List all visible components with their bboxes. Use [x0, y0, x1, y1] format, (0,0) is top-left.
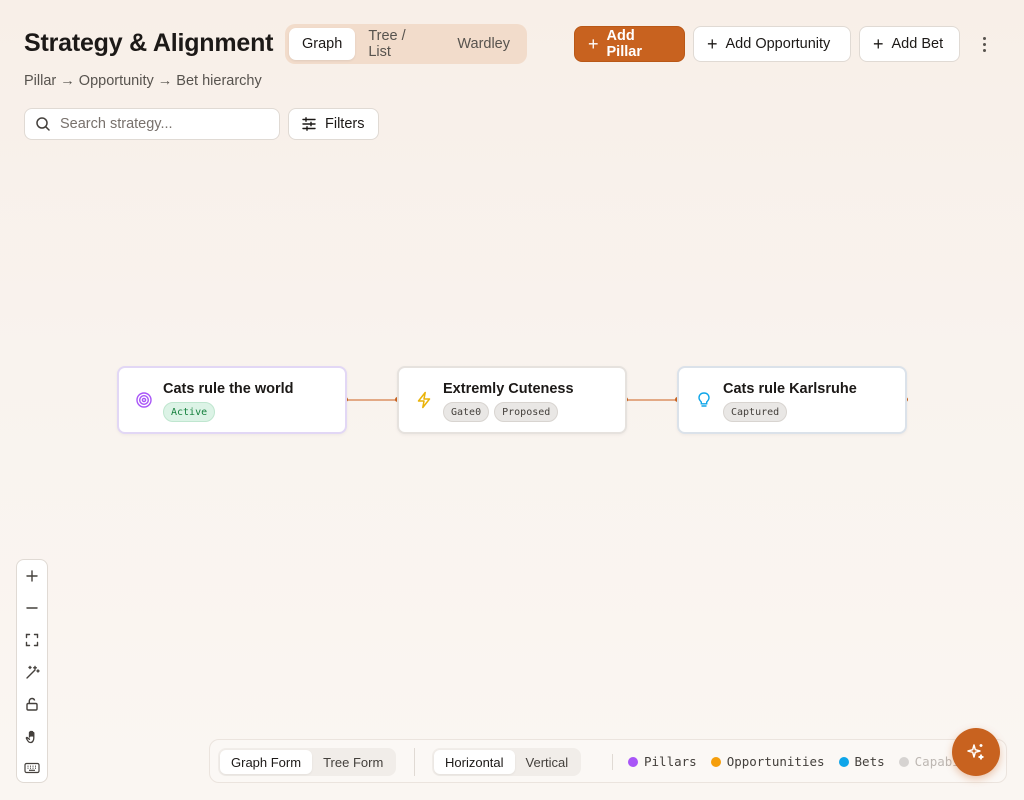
bet-node[interactable]: Cats rule Karlsruhe Captured [677, 366, 907, 434]
zoom-in-button[interactable] [17, 560, 47, 592]
legend-item-bets[interactable]: Bets [838, 754, 885, 769]
add-bet-label: Add Bet [891, 36, 944, 52]
keyboard-button[interactable] [17, 752, 47, 782]
legend-label: Bets [854, 754, 885, 769]
filters-label: Filters [325, 116, 365, 132]
form-toggle: Graph Form Tree Form [218, 748, 397, 776]
add-pillar-label: Add Pillar [606, 28, 642, 60]
legend-dot [628, 756, 638, 767]
lightbulb-icon [698, 392, 710, 407]
tab-tree-list[interactable]: Tree / List [355, 28, 444, 60]
search-box [24, 108, 280, 140]
fit-view-button[interactable] [17, 624, 47, 656]
legend-dot [898, 756, 909, 767]
search-icon [36, 117, 50, 131]
lock-icon [26, 697, 38, 711]
node-title: Extremly Cuteness [443, 381, 574, 397]
add-opportunity-button[interactable]: + Add Opportunity [693, 26, 851, 62]
gate-badge: Gate0 [443, 402, 490, 422]
fit-view-icon [25, 633, 39, 647]
opportunity-node[interactable]: Extremly Cuteness Gate0 Proposed [397, 366, 627, 434]
horizontal-tab[interactable]: Horizontal [434, 750, 515, 774]
legend-label: Opportunities [726, 754, 825, 769]
legend-dot [710, 756, 721, 767]
legend-dot [838, 756, 849, 767]
node-title: Cats rule Karlsruhe [723, 381, 857, 397]
legend-label: Pillars [644, 754, 697, 769]
legend: Pillars Opportunities Bets Capabi [628, 754, 960, 769]
search-input[interactable] [60, 116, 260, 132]
page-subtitle: Pillar → Opportunity → Bet hierarchy [24, 73, 262, 89]
status-badge: Active [163, 402, 216, 422]
status-badge: Captured [723, 402, 788, 422]
plus-icon: + [707, 34, 718, 54]
auto-layout-button[interactable] [17, 656, 47, 688]
sliders-icon [302, 117, 316, 131]
tab-wardley[interactable]: Wardley [444, 28, 523, 60]
zoom-out-icon [26, 607, 38, 609]
legend-item-pillars[interactable]: Pillars [628, 754, 697, 769]
view-tabs: Graph Tree / List Wardley [285, 24, 527, 64]
zoom-out-button[interactable] [17, 592, 47, 624]
legend-item-capabilities[interactable]: Capabi [898, 754, 960, 769]
pillar-node[interactable]: Cats rule the world Active [117, 366, 347, 434]
auto-layout-icon [25, 665, 40, 679]
add-bet-button[interactable]: + Add Bet [859, 26, 960, 62]
status-badge: Proposed [494, 402, 559, 422]
add-pillar-button[interactable]: + Add Pillar [574, 26, 685, 62]
divider [414, 748, 415, 776]
graph-form-tab[interactable]: Graph Form [220, 750, 313, 774]
sparkles-icon [967, 744, 984, 760]
add-opportunity-label: Add Opportunity [725, 36, 831, 52]
page-title: Strategy & Alignment [24, 29, 274, 57]
target-icon [136, 392, 152, 408]
graph-edge [627, 399, 677, 401]
node-title: Cats rule the world [163, 381, 294, 397]
legend-item-opportunities[interactable]: Opportunities [710, 754, 825, 769]
lightning-icon [417, 391, 431, 409]
more-vertical-icon[interactable] [970, 30, 998, 58]
pan-button[interactable] [17, 720, 47, 752]
lock-button[interactable] [17, 688, 47, 720]
canvas-controls [16, 559, 48, 783]
zoom-in-icon [26, 570, 38, 582]
ai-assistant-button[interactable] [952, 728, 1000, 776]
filters-button[interactable]: Filters [288, 108, 379, 140]
keyboard-icon [24, 762, 40, 774]
bottom-toolbar: Graph Form Tree Form Horizontal Vertical… [209, 739, 1007, 783]
divider [612, 754, 613, 770]
tab-graph[interactable]: Graph [289, 28, 356, 60]
tree-form-tab[interactable]: Tree Form [312, 750, 394, 774]
plus-icon: + [873, 34, 884, 54]
vertical-tab[interactable]: Vertical [515, 750, 580, 774]
plus-icon: + [588, 34, 599, 54]
orientation-toggle: Horizontal Vertical [432, 748, 582, 776]
graph-edge [347, 399, 397, 401]
pan-hand-icon [25, 730, 34, 743]
